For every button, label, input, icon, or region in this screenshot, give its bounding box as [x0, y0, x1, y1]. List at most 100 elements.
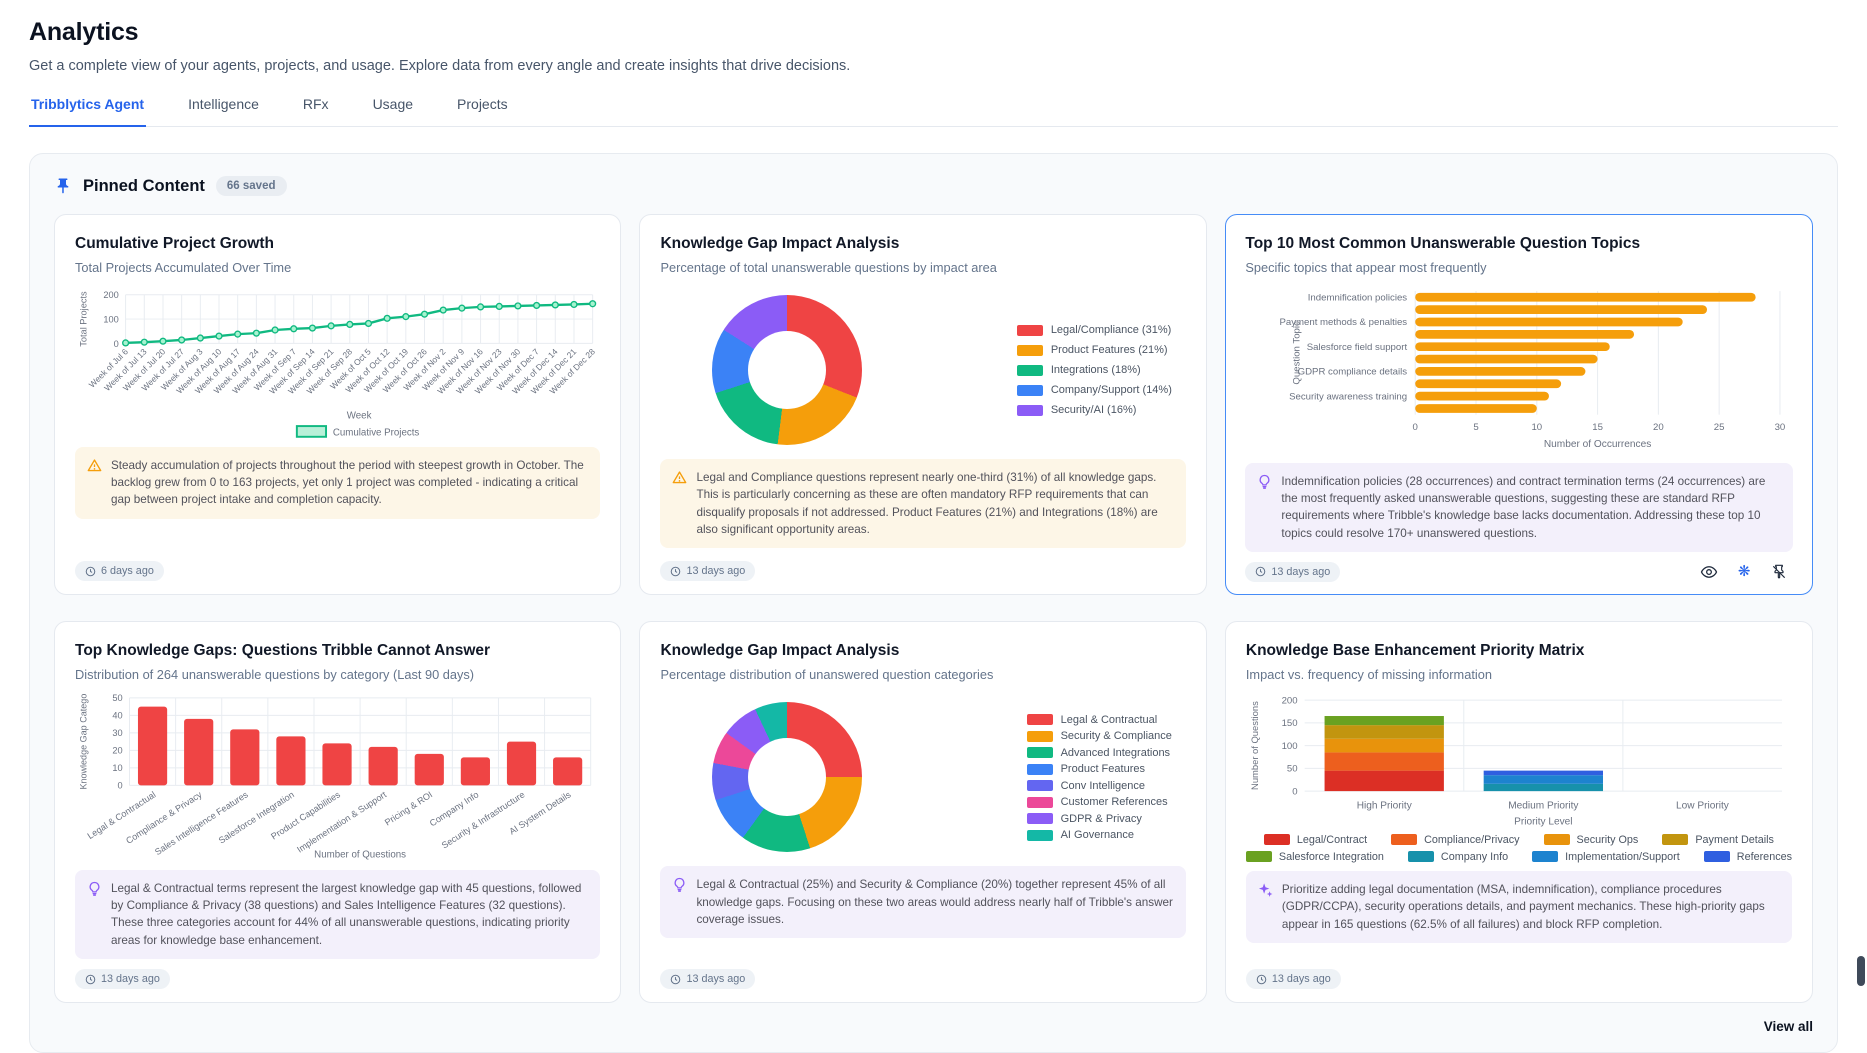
eye-icon: [1700, 564, 1718, 580]
legend-swatch: [1246, 851, 1272, 862]
svg-text:0: 0: [1292, 787, 1297, 798]
legend-label: Advanced Integrations: [1061, 747, 1170, 759]
timestamp-badge: 6 days ago: [75, 561, 164, 581]
card-title: Knowledge Gap Impact Analysis: [660, 235, 1185, 253]
legend-swatch: [1027, 813, 1053, 824]
card-top-knowledge-gaps[interactable]: Top Knowledge Gaps: Questions Tribble Ca…: [54, 621, 621, 1003]
timestamp-badge: 13 days ago: [1245, 562, 1340, 582]
legend-swatch: [1544, 834, 1570, 845]
legend-swatch: [1027, 780, 1053, 791]
insight-text: Prioritize adding legal documentation (M…: [1282, 881, 1780, 933]
svg-text:Security awareness training: Security awareness training: [1289, 391, 1407, 402]
page-title: Analytics: [29, 18, 1838, 47]
card-cumulative-project-growth[interactable]: Cumulative Project Growth Total Projects…: [54, 214, 621, 595]
tab-projects[interactable]: Projects: [455, 96, 510, 126]
scrollbar-thumb[interactable]: [1857, 956, 1865, 986]
tab-usage[interactable]: Usage: [371, 96, 415, 126]
svg-text:30: 30: [1775, 421, 1786, 432]
legend-label: Security & Compliance: [1061, 730, 1172, 742]
svg-text:5: 5: [1474, 421, 1479, 432]
svg-text:200: 200: [103, 290, 118, 300]
card-footer: 6 days ago: [75, 551, 600, 581]
card-subtitle: Total Projects Accumulated Over Time: [75, 260, 600, 275]
lightbulb-icon: [1257, 474, 1272, 542]
pin-slash-icon: [1771, 564, 1787, 580]
donut-legend: Legal & ContractualSecurity & Compliance…: [1027, 714, 1172, 842]
legend-swatch: [1027, 747, 1053, 758]
view-all-link[interactable]: View all: [1764, 1019, 1813, 1034]
legend-label: AI Governance: [1061, 829, 1134, 841]
legend-swatch: [1017, 385, 1043, 396]
legend-swatch: [1662, 834, 1688, 845]
svg-text:25: 25: [1714, 421, 1725, 432]
legend-label: Integrations (18%): [1051, 364, 1141, 376]
card-subtitle: Impact vs. frequency of missing informat…: [1246, 667, 1792, 682]
card-top-10-unanswerable-topics[interactable]: Top 10 Most Common Unanswerable Question…: [1225, 214, 1813, 595]
legend-swatch: [1408, 851, 1434, 862]
card-title: Knowledge Gap Impact Analysis: [660, 642, 1185, 660]
timestamp-badge: 13 days ago: [660, 969, 755, 989]
legend-label: Customer References: [1061, 796, 1168, 808]
card-kb-enhancement-priority-matrix[interactable]: Knowledge Base Enhancement Priority Matr…: [1225, 621, 1813, 1003]
svg-text:Total Projects: Total Projects: [79, 291, 89, 347]
legend-swatch: [1264, 834, 1290, 845]
card-title: Cumulative Project Growth: [75, 235, 600, 253]
svg-text:10: 10: [1532, 421, 1543, 432]
svg-text:High Priority: High Priority: [1357, 801, 1413, 812]
clock-icon: [85, 566, 96, 577]
svg-text:100: 100: [1281, 741, 1297, 752]
svg-text:200: 200: [1281, 696, 1297, 707]
brand-button[interactable]: ❋: [1736, 562, 1753, 581]
clock-icon: [1256, 974, 1267, 985]
svg-text:GDPR compliance details: GDPR compliance details: [1298, 366, 1408, 377]
legend-label: References: [1737, 851, 1792, 863]
card-knowledge-gap-impact-analysis[interactable]: Knowledge Gap Impact Analysis Percentage…: [639, 214, 1206, 595]
legend-item: Compliance/Privacy: [1391, 834, 1519, 846]
card-footer: 13 days ago: [660, 551, 1185, 581]
stacked-bar-chart: 050100150200High PriorityMedium Priority…: [1246, 692, 1792, 863]
insight-text: Indemnification policies (28 occurrences…: [1281, 473, 1780, 542]
card-subtitle: Distribution of 264 unanswerable questio…: [75, 667, 600, 682]
clock-icon: [85, 974, 96, 985]
card-title: Top 10 Most Common Unanswerable Question…: [1245, 235, 1792, 253]
legend-label: Company Info: [1441, 851, 1508, 863]
svg-text:10: 10: [112, 764, 122, 774]
legend-label: Implementation/Support: [1565, 851, 1680, 863]
svg-text:Medium Priority: Medium Priority: [1508, 801, 1579, 812]
legend-swatch: [1017, 325, 1043, 336]
donut-chart: Legal/Compliance (31%)Product Features (…: [660, 285, 1185, 451]
legend-item: Legal/Contract: [1264, 834, 1367, 846]
card-knowledge-gap-impact-analysis-2[interactable]: Knowledge Gap Impact Analysis Percentage…: [639, 621, 1206, 1003]
legend-label: Security/AI (16%): [1051, 404, 1137, 416]
tab-rfx[interactable]: RFx: [301, 96, 331, 126]
legend-swatch: [1027, 764, 1053, 775]
legend-swatch: [1017, 345, 1043, 356]
bar-chart: 01020304050Legal & ContractualCompliance…: [75, 692, 600, 861]
insight-text: Legal & Contractual (25%) and Security &…: [696, 876, 1173, 928]
unpin-button[interactable]: [1769, 562, 1789, 582]
clock-icon: [1255, 566, 1266, 577]
svg-text:Week: Week: [347, 410, 372, 421]
timestamp-badge: 13 days ago: [1246, 969, 1341, 989]
donut-chart: Legal & ContractualSecurity & Compliance…: [660, 692, 1185, 858]
card-title: Top Knowledge Gaps: Questions Tribble Ca…: [75, 642, 600, 660]
svg-text:Knowledge Gap Catego: Knowledge Gap Catego: [79, 694, 89, 790]
legend-item: References: [1704, 851, 1792, 863]
legend-item: Salesforce Integration: [1246, 851, 1384, 863]
view-button[interactable]: [1698, 562, 1720, 582]
legend-item: AI Governance: [1027, 829, 1172, 841]
lightbulb-icon: [672, 877, 687, 928]
clock-icon: [670, 974, 681, 985]
insight-box: Legal & Contractual terms represent the …: [75, 870, 600, 959]
legend-swatch: [1027, 714, 1053, 725]
legend-row: Salesforce Integration Company Info Implem…: [1246, 851, 1792, 863]
pinned-content-title: Pinned Content: [83, 177, 205, 196]
svg-text:Pricing & ROI: Pricing & ROI: [383, 790, 434, 828]
legend-item: GDPR & Privacy: [1027, 813, 1172, 825]
svg-text:100: 100: [103, 314, 118, 324]
tab-intelligence[interactable]: Intelligence: [186, 96, 261, 126]
tab-tribblytics-agent[interactable]: Tribblytics Agent: [29, 96, 146, 127]
svg-text:40: 40: [112, 711, 122, 721]
insight-box: Steady accumulation of projects througho…: [75, 447, 600, 519]
donut: [712, 295, 862, 445]
